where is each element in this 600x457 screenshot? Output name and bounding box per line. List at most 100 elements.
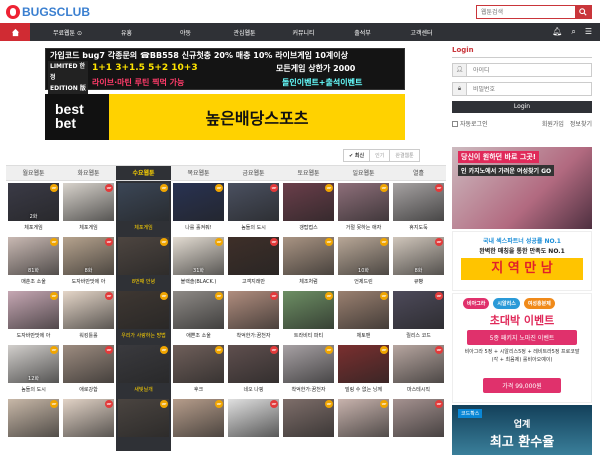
webtoon-card[interactable]: UP (336, 397, 391, 451)
ad-dating[interactable]: 국내 섹스파트너 성공률 NO.1 완벽한 매칭을 통한 만족도 NO.1 지 … (452, 231, 592, 291)
webtoon-card[interactable]: UP (281, 397, 336, 451)
nav-item-1[interactable]: 유흥 (97, 28, 156, 37)
webtoon-thumbnail[interactable]: UP 81화 (8, 237, 59, 275)
webtoon-title[interactable]: 갱탑접스 (281, 224, 336, 231)
webtoon-thumbnail[interactable]: UP (63, 345, 114, 383)
webtoon-thumbnail[interactable]: UP (338, 183, 389, 221)
webtoon-card[interactable]: UP 2화체포게임 (6, 181, 61, 235)
webtoon-card[interactable]: UP 새빛닐개 (116, 343, 171, 397)
nav-item-3[interactable]: 관심웹툰 (215, 28, 274, 37)
webtoon-thumbnail[interactable]: UP (283, 291, 334, 329)
webtoon-title[interactable]: 애로강합 (61, 386, 116, 393)
home-button[interactable] (0, 23, 30, 41)
webtoon-title[interactable]: 블랙솔(BLACK.) (171, 278, 226, 285)
bell-icon[interactable]: 🔔︎ (552, 27, 562, 37)
login-button[interactable]: Login (452, 101, 592, 113)
webtoon-card[interactable]: UP 8화큐빵 (391, 235, 446, 289)
webtoon-thumbnail[interactable]: UP (283, 183, 334, 221)
nav-item-6[interactable]: 고객센터 (392, 28, 451, 37)
webtoon-card[interactable]: UP 31화블랙솔(BLACK.) (171, 235, 226, 289)
webtoon-card[interactable]: UP 후크 (171, 343, 226, 397)
webtoon-title[interactable]: 나를 홀켜줘! (171, 224, 226, 231)
webtoon-title[interactable]: 릴리스 코드 (391, 332, 446, 339)
webtoon-card[interactable]: UP 도자바만맛에 아 (6, 289, 61, 343)
webtoon-card[interactable]: UP 휴지도둑 (391, 181, 446, 235)
webtoon-title[interactable]: 애쁜조 소울 (171, 332, 226, 339)
webtoon-card[interactable]: UP 착억한가:꿈천자 (226, 289, 281, 343)
search-icon[interactable]: ⌕ (571, 27, 575, 37)
webtoon-title[interactable]: 체포게임 (6, 224, 61, 231)
webtoon-thumbnail[interactable]: UP 8화 (63, 237, 114, 275)
sort-latest[interactable]: ✔ 최신 (343, 149, 371, 162)
webtoon-title[interactable]: 체포게임 (61, 224, 116, 231)
webtoon-thumbnail[interactable]: UP (283, 399, 334, 437)
webtoon-thumbnail[interactable]: UP (118, 399, 169, 437)
webtoon-thumbnail[interactable]: UP (228, 291, 279, 329)
webtoon-card[interactable]: UP 네오 나핑 (226, 343, 281, 397)
webtoon-card[interactable]: UP 고객지래만 (226, 235, 281, 289)
webtoon-thumbnail[interactable]: UP 31화 (173, 237, 224, 275)
webtoon-thumbnail[interactable]: UP (283, 237, 334, 275)
tab-day-5[interactable]: 토요웹툰 (281, 166, 336, 180)
webtoon-card[interactable]: UP 착억한가:꿈천자 (281, 343, 336, 397)
webtoon-thumbnail[interactable]: UP (63, 291, 114, 329)
bestbet-banner[interactable]: best bet 높은배당스포츠 (45, 94, 405, 140)
webtoon-thumbnail[interactable]: UP (118, 291, 169, 329)
ad-casino[interactable]: 당신이 원하던 바로 그곳! 인 카지노에서 가려운 여성찾기 GO (452, 147, 592, 229)
webtoon-card[interactable]: UP 체조처럼 (281, 235, 336, 289)
webtoon-title[interactable]: 도자바만맛에 아 (6, 332, 61, 339)
webtoon-card[interactable]: UP 빌링 수 없는 닝께 (336, 343, 391, 397)
webtoon-title[interactable]: 놈들의 도시 (226, 224, 281, 231)
webtoon-card[interactable]: UP (171, 397, 226, 451)
webtoon-thumbnail[interactable]: UP (63, 399, 114, 437)
webtoon-thumbnail[interactable]: UP (228, 237, 279, 275)
webtoon-card[interactable]: UP 마스테시직 (391, 343, 446, 397)
webtoon-thumbnail[interactable]: UP (393, 291, 444, 329)
webtoon-title[interactable]: 큐빵 (391, 278, 446, 285)
webtoon-thumbnail[interactable]: UP (173, 183, 224, 221)
webtoon-title[interactable]: 놈들의 도시 (6, 386, 61, 393)
nav-item-4[interactable]: 커뮤니티 (274, 28, 333, 37)
webtoon-title[interactable]: 빌링 수 없는 닝께 (336, 386, 391, 393)
webtoon-card[interactable]: UP 81화매춘조 소울 (6, 235, 61, 289)
webtoon-title[interactable]: 체토맨 (336, 332, 391, 339)
tab-day-1[interactable]: 화요웹툰 (61, 166, 116, 180)
nav-item-5[interactable]: 출석부 (333, 28, 392, 37)
webtoon-thumbnail[interactable]: UP (338, 399, 389, 437)
webtoon-card[interactable]: UP 8번째 안녕 (116, 235, 171, 289)
webtoon-title[interactable]: 도자바만맛에 아 (61, 278, 116, 285)
search-button[interactable] (575, 6, 591, 18)
webtoon-thumbnail[interactable]: UP (8, 291, 59, 329)
webtoon-thumbnail[interactable]: UP (393, 183, 444, 221)
webtoon-card[interactable]: UP 체토맨 (336, 289, 391, 343)
webtoon-card[interactable]: UP 놈들의 도시 (226, 181, 281, 235)
webtoon-thumbnail[interactable]: UP 8화 (393, 237, 444, 275)
webtoon-title[interactable]: 8번째 안녕 (116, 278, 171, 285)
auto-login-checkbox[interactable]: 자동로그인 (452, 119, 488, 128)
webtoon-thumbnail[interactable]: UP 2화 (8, 183, 59, 221)
webtoon-title[interactable]: 언제드린 (336, 278, 391, 285)
promo-banner[interactable]: 가입코드 bug7 각종문의 ☎BB558 신규첫충 20% 매충 10% 라이… (45, 48, 405, 103)
tab-day-4[interactable]: 금요웹툰 (226, 166, 281, 180)
tab-day-6[interactable]: 일요웹툰 (336, 166, 391, 180)
webtoon-thumbnail[interactable]: UP (338, 291, 389, 329)
webtoon-thumbnail[interactable]: UP (118, 183, 169, 221)
webtoon-thumbnail[interactable]: UP (8, 399, 59, 437)
webtoon-thumbnail[interactable]: UP (283, 345, 334, 383)
nav-item-0[interactable]: 무료웹툰 ⊙ (38, 28, 97, 37)
webtoon-thumbnail[interactable]: UP (228, 345, 279, 383)
webtoon-thumbnail[interactable]: UP (118, 237, 169, 275)
webtoon-title[interactable]: 후크 (171, 386, 226, 393)
webtoon-title[interactable]: 체포게임 (116, 224, 171, 231)
webtoon-card[interactable]: UP 체포게임 (116, 181, 171, 235)
webtoon-title[interactable]: 체조처럼 (281, 278, 336, 285)
password-input[interactable] (467, 85, 591, 93)
menu-icon[interactable]: ☰ (585, 27, 592, 37)
webtoon-card[interactable]: UP 8화도자바만맛에 아 (61, 235, 116, 289)
webtoon-thumbnail[interactable]: UP (173, 345, 224, 383)
webtoon-card[interactable]: UP (61, 397, 116, 451)
webtoon-title[interactable]: 매춘조 소울 (6, 278, 61, 285)
webtoon-card[interactable]: UP 12화 놈들의 도시 (6, 343, 61, 397)
tab-day-7[interactable]: 열흘 (391, 166, 446, 180)
webtoon-title[interactable]: 휴지도둑 (391, 224, 446, 231)
